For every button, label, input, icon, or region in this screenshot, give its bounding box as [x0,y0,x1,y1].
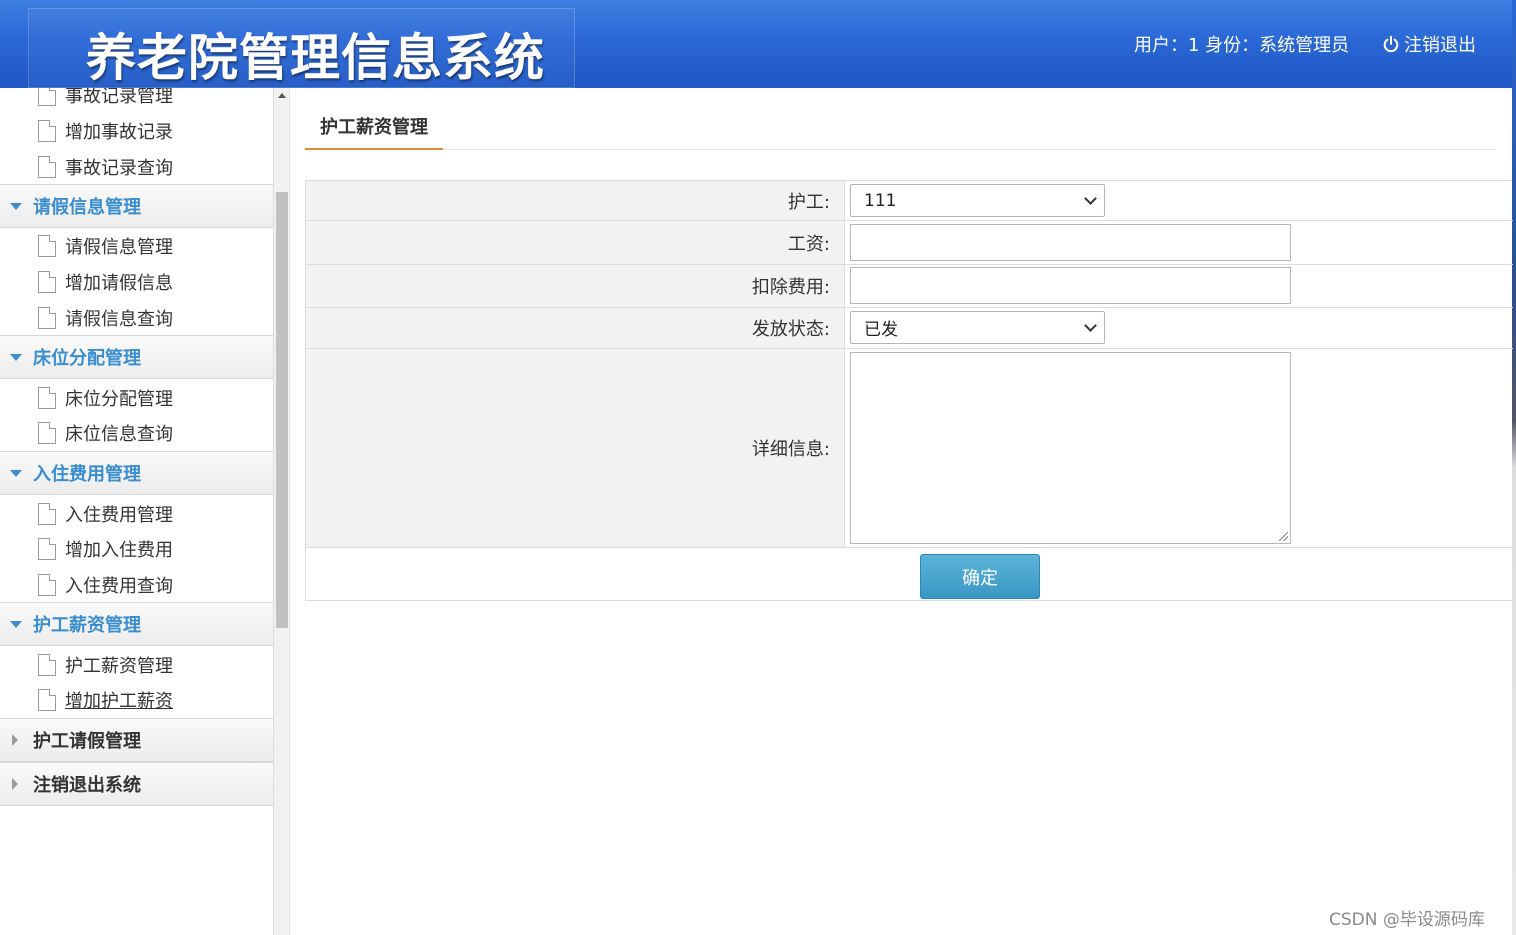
expand-right-icon [12,734,18,746]
sidebar-group-label: 入住费用管理 [33,464,141,485]
detail-textarea[interactable] [850,352,1291,544]
document-icon [38,120,56,142]
sidebar-item-accident-add[interactable]: 增加事故记录 [0,113,273,149]
document-icon [38,387,56,409]
logout-label: 注销退出 [1404,35,1476,56]
document-icon [38,88,56,106]
sidebar-item-fee-query[interactable]: 入住费用查询 [0,567,273,603]
document-icon [38,156,56,178]
user-info: 用户：1 身份：系统管理员 [1134,35,1350,56]
nurse-label: 护工: [306,181,845,220]
document-icon [38,235,56,257]
deduction-label: 扣除费用: [306,265,845,307]
expand-down-icon [10,202,22,210]
sidebar-item-salary-manage[interactable]: 护工薪资管理 [0,647,273,683]
tab-divider [443,149,1495,150]
document-icon [38,503,56,525]
expand-down-icon [10,353,22,361]
salary-label: 工资: [306,221,845,264]
form-row-nurse: 护工: 111 [306,181,1513,221]
sidebar-item-fee-add[interactable]: 增加入住费用 [0,531,273,567]
nurse-select-value: 111 [864,190,897,211]
expand-right-icon [12,778,18,790]
form-row-deduction: 扣除费用: [306,265,1513,308]
expand-down-icon [10,469,22,477]
chevron-down-icon [1084,319,1097,332]
scroll-up-arrow-icon[interactable] [278,93,286,98]
sidebar-item-label: 床位信息查询 [65,424,173,445]
document-icon [38,538,56,560]
sidebar-item-label: 增加护工薪资 [65,691,173,712]
document-icon [38,422,56,444]
document-icon [38,307,56,329]
sidebar-group-leave-info[interactable]: 请假信息管理 [0,184,273,228]
logout-link[interactable]: 注销退出 [1382,31,1476,57]
sidebar-item-accident-query[interactable]: 事故记录查询 [0,149,273,185]
sidebar-item-salary-add[interactable]: 增加护工薪资 [0,682,273,718]
power-icon [1383,35,1399,53]
form-row-submit: 确定 [306,548,1513,601]
status-select-value: 已发 [864,320,898,340]
sidebar-item-label: 增加请假信息 [65,273,173,294]
sidebar-group-checkin-fee[interactable]: 入住费用管理 [0,451,273,495]
sidebar-group-label: 注销退出系统 [33,775,141,796]
salary-input[interactable] [850,224,1291,261]
document-icon [38,654,56,676]
app-title: 养老院管理信息系统 [86,29,545,87]
watermark: CSDN @毕设源码库 [1329,910,1485,930]
sidebar-item-accident-manage[interactable]: 事故记录管理 [0,88,273,113]
tab-nurse-salary[interactable]: 护工薪资管理 [305,104,443,150]
sidebar-group-label: 床位分配管理 [33,348,141,369]
sidebar-group-label: 护工请假管理 [33,731,141,752]
sidebar-item-label: 入住费用查询 [65,576,173,597]
sidebar: 事故记录管理 增加事故记录 事故记录查询 请假信息管理 请假信息管理 增加请假信… [0,88,274,935]
sidebar-group-label: 护工薪资管理 [33,615,141,636]
sidebar-group-nurse-salary[interactable]: 护工薪资管理 [0,602,273,646]
status-select[interactable]: 已发 [850,311,1105,344]
sidebar-item-leave-query[interactable]: 请假信息查询 [0,300,273,336]
document-icon [38,574,56,596]
sidebar-item-label: 增加事故记录 [65,122,173,143]
sidebar-item-label: 请假信息管理 [65,237,173,258]
salary-form: 护工: 111 工资: 扣除费用: 发放状态: 已发 详细信息: 确定 [305,180,1513,601]
sidebar-item-label: 床位分配管理 [65,389,173,410]
resize-grip-icon[interactable] [1279,532,1288,541]
sidebar-item-bed-query[interactable]: 床位信息查询 [0,415,273,451]
sidebar-item-label: 入住费用管理 [65,505,173,526]
header-bar: 养老院管理信息系统 用户：1 身份：系统管理员 注销退出 [0,0,1512,88]
document-icon [38,271,56,293]
detail-label: 详细信息: [306,349,845,547]
scrollbar-thumb[interactable] [276,192,288,628]
sidebar-group-nurse-leave[interactable]: 护工请假管理 [0,718,273,762]
form-row-status: 发放状态: 已发 [306,308,1513,349]
sidebar-item-bed-manage[interactable]: 床位分配管理 [0,380,273,416]
deduction-input[interactable] [850,267,1291,304]
sidebar-item-leave-add[interactable]: 增加请假信息 [0,264,273,300]
status-label: 发放状态: [306,308,845,348]
form-row-detail: 详细信息: [306,349,1513,548]
chevron-down-icon [1084,192,1097,205]
nurse-select[interactable]: 111 [850,184,1105,217]
sidebar-group-bed-assign[interactable]: 床位分配管理 [0,335,273,379]
expand-down-icon [10,620,22,628]
sidebar-item-label: 护工薪资管理 [65,656,173,677]
form-row-salary: 工资: [306,221,1513,265]
sidebar-item-leave-manage[interactable]: 请假信息管理 [0,228,273,264]
sidebar-item-label: 请假信息查询 [65,309,173,330]
sidebar-scrollbar[interactable] [274,88,290,935]
sidebar-item-label: 事故记录查询 [65,158,173,179]
sidebar-group-logout[interactable]: 注销退出系统 [0,762,273,806]
sidebar-item-label: 事故记录管理 [65,88,173,107]
sidebar-item-label: 增加入住费用 [65,540,173,561]
sidebar-item-fee-manage[interactable]: 入住费用管理 [0,496,273,532]
confirm-button[interactable]: 确定 [920,554,1040,599]
document-icon [38,689,56,711]
sidebar-group-label: 请假信息管理 [33,197,141,218]
